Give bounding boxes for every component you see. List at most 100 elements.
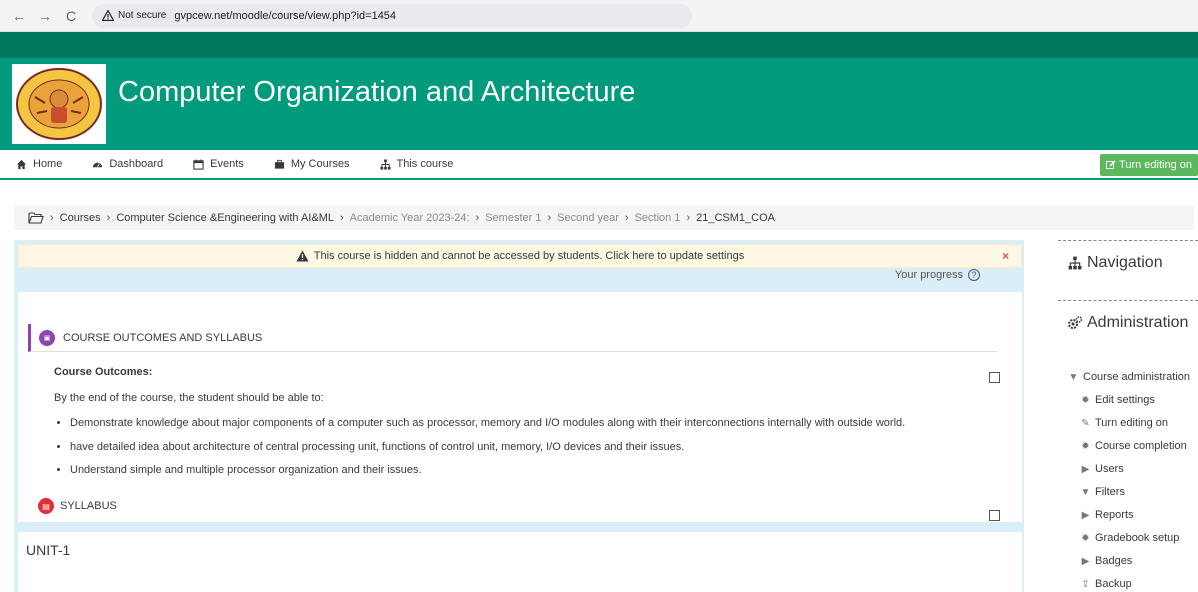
warning-icon (296, 250, 309, 262)
breadcrumb-second-year[interactable]: Second year (557, 212, 619, 224)
navigation-block-heading[interactable]: Navigation (1068, 254, 1163, 272)
admin-item-label: Filters (1095, 486, 1125, 498)
syllabus-label[interactable]: SYLLABUS (60, 500, 117, 512)
admin-item-label: Turn editing on (1095, 417, 1168, 429)
admin-users[interactable]: ▶ Users (1068, 458, 1190, 481)
course-content: This course is hidden and cannot be acce… (14, 240, 1024, 592)
right-sidebar: Navigation Administration ▼ Course admini… (1058, 240, 1198, 592)
completion-checkbox[interactable] (989, 510, 1000, 521)
admin-item-label: Badges (1095, 555, 1133, 567)
unit-section: UNIT-1 (18, 532, 1022, 592)
nav-this-course[interactable]: This course (379, 158, 453, 170)
admin-item-label: Reports (1095, 509, 1134, 521)
calendar-icon (193, 158, 204, 170)
admin-item-label: Course completion (1095, 440, 1187, 452)
turn-editing-on-button[interactable]: Turn editing on (1100, 154, 1198, 176)
activity-title[interactable]: COURSE OUTCOMES AND SYLLABUS (63, 332, 262, 344)
admin-edit-settings[interactable]: ✹ Edit settings (1068, 389, 1190, 412)
nav-dashboard[interactable]: Dashboard (92, 158, 163, 170)
home-icon (16, 159, 27, 169)
help-icon[interactable]: ? (968, 269, 980, 281)
nav-home[interactable]: Home (16, 158, 62, 170)
browser-toolbar: ← → C Not secure gvpcew.net/moodle/cours… (0, 0, 1198, 32)
cogs-icon (1068, 316, 1082, 329)
administration-block-heading[interactable]: Administration (1068, 314, 1188, 332)
your-progress: Your progress ? (895, 269, 980, 281)
activity-syllabus[interactable]: ▤ SYLLABUS (38, 498, 117, 514)
breadcrumb-separator: › (475, 212, 480, 224)
breadcrumb-separator: › (339, 212, 344, 224)
address-bar[interactable]: Not secure gvpcew.net/moodle/course/view… (92, 3, 692, 28)
admin-item-label: Edit settings (1095, 394, 1155, 406)
admin-turn-editing-on[interactable]: ✎ Turn editing on (1068, 412, 1190, 435)
section-title: UNIT-1 (26, 542, 71, 558)
turn-editing-on-label: Turn editing on (1119, 159, 1192, 171)
caret-right-icon: ▶ (1081, 556, 1090, 567)
alert-text: This course is hidden and cannot be acce… (313, 250, 745, 262)
administration-list: ▼ Course administration ✹ Edit settings ✎ T… (1068, 366, 1190, 592)
course-title: Computer Organization and Architecture (118, 76, 636, 108)
admin-reports[interactable]: ▶ Reports (1068, 504, 1190, 527)
filter-icon: ▼ (1080, 487, 1091, 498)
breadcrumb-separator: › (624, 212, 629, 224)
breadcrumb-separator: › (106, 212, 111, 224)
admin-item-label: Users (1095, 463, 1124, 475)
list-item: Understand simple and multiple processor… (70, 462, 954, 480)
forward-button[interactable]: → (34, 5, 56, 27)
admin-item-label: Course administration (1083, 371, 1190, 383)
hidden-course-alert[interactable]: This course is hidden and cannot be acce… (18, 244, 1022, 268)
nav-home-label: Home (33, 158, 63, 170)
not-secure-label: Not secure (118, 10, 167, 21)
nav-dashboard-label: Dashboard (109, 158, 164, 170)
reload-button[interactable]: C (60, 5, 82, 27)
url-text: gvpcew.net/moodle/course/view.php?id=145… (174, 9, 397, 22)
college-logo[interactable] (12, 64, 106, 144)
briefcase-icon (274, 159, 284, 169)
admin-course-administration[interactable]: ▼ Course administration (1068, 366, 1190, 389)
top-strip (0, 32, 1198, 58)
list-item: have detailed idea about architecture of… (70, 439, 954, 457)
outcomes-list: Demonstrate knowledge about major compon… (54, 415, 954, 480)
breadcrumb-course[interactable]: 21_CSM1_COA (696, 212, 775, 224)
course-header: Computer Organization and Architecture (0, 58, 1198, 150)
admin-gradebook-setup[interactable]: ✹ Gradebook setup (1068, 527, 1190, 550)
nav-my-courses-label: My Courses (290, 158, 350, 170)
breadcrumb-category[interactable]: Computer Science &Engineering with AI&ML (116, 212, 334, 224)
breadcrumb-separator: › (686, 212, 691, 224)
nav-events[interactable]: Events (193, 158, 244, 170)
admin-filters[interactable]: ▼ Filters (1068, 481, 1190, 504)
folder-open-icon[interactable] (28, 212, 44, 224)
pdf-icon: ▤ (38, 498, 54, 514)
breadcrumb-courses[interactable]: Courses (60, 212, 101, 224)
dashboard-icon (93, 162, 103, 167)
breadcrumb-section[interactable]: Section 1 (635, 212, 681, 224)
page-activity-icon: ▣ (39, 329, 55, 346)
back-button[interactable]: ← (8, 5, 30, 27)
alert-close-button[interactable]: × (1002, 249, 1009, 263)
admin-item-label: Gradebook setup (1095, 532, 1180, 544)
breadcrumb-separator: › (547, 212, 552, 224)
progress-label: Your progress (894, 269, 963, 281)
nav-my-courses[interactable]: My Courses (274, 158, 350, 170)
admin-badges[interactable]: ▶ Badges (1068, 550, 1190, 573)
completion-checkbox[interactable] (989, 372, 1000, 383)
breadcrumb-year[interactable]: Academic Year 2023-24: (350, 212, 470, 224)
course-section: ▣ COURSE OUTCOMES AND SYLLABUS Course Ou… (18, 292, 1022, 522)
divider (1058, 300, 1198, 301)
administration-label: Administration (1087, 314, 1189, 331)
divider (1058, 240, 1198, 241)
admin-course-completion[interactable]: ✹ Course completion (1068, 435, 1190, 458)
gear-icon: ✹ (1081, 395, 1090, 406)
sitemap-icon (379, 158, 391, 170)
admin-backup[interactable]: ⇪ Backup (1068, 573, 1190, 592)
gear-icon: ✹ (1081, 441, 1090, 452)
not-secure-indicator[interactable]: Not secure (102, 10, 166, 21)
warning-icon (102, 10, 114, 21)
activity-course-outcomes[interactable]: ▣ COURSE OUTCOMES AND SYLLABUS (28, 324, 998, 352)
caret-down-icon: ▼ (1068, 372, 1079, 383)
breadcrumb-separator: › (50, 212, 54, 224)
breadcrumb-semester[interactable]: Semester 1 (485, 212, 541, 224)
admin-item-label: Backup (1095, 578, 1132, 590)
course-outcomes-heading: Course Outcomes: (54, 366, 153, 378)
breadcrumb: › Courses › Computer Science &Engineerin… (14, 206, 1194, 230)
